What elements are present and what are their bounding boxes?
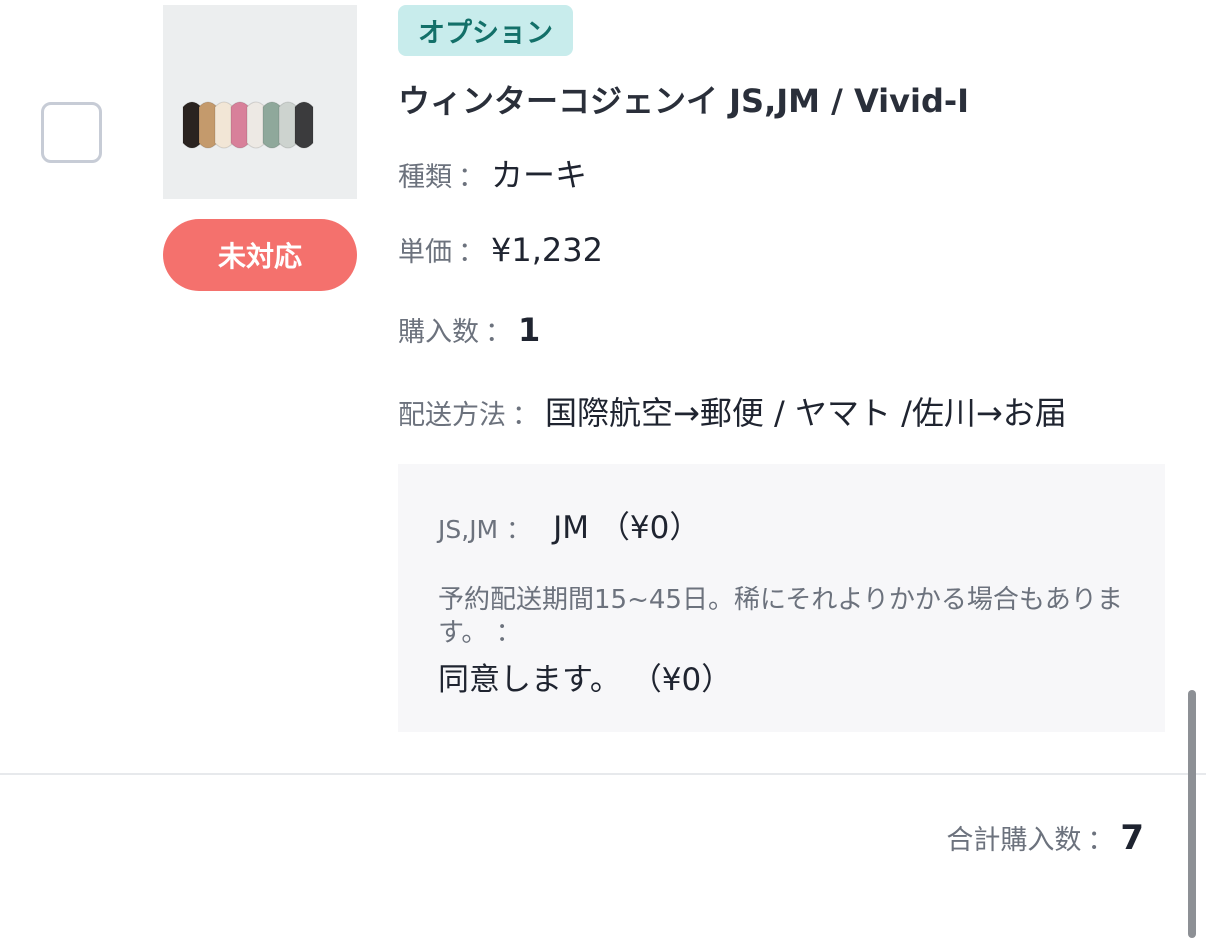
spec-type-label: 種類: [398, 162, 452, 193]
spec-shipping-label: 配送方法: [398, 400, 506, 431]
separator: ：: [485, 317, 512, 348]
separator: ：: [458, 162, 485, 193]
option-reservation-value: 同意します。 （¥0）: [438, 662, 733, 698]
mask-swatch: [214, 101, 234, 149]
item-select-checkbox[interactable]: [41, 102, 102, 163]
option-tag: オプション: [398, 5, 573, 56]
option-size-value: JM （¥0）: [553, 510, 701, 546]
spec-shipping: 配送方法 ： 国際航空→郵便 / ヤマト /佐川→お届: [398, 388, 1067, 434]
product-thumbnail[interactable]: [163, 5, 357, 199]
total-quantity-value: 7: [1120, 818, 1144, 858]
spec-price: 単価 ： ¥1,232: [398, 230, 603, 269]
spec-price-label: 単価: [398, 237, 452, 268]
order-item-page: 未対応 オプション ウィンターコジェンイ JS,JM / Vivid-I 種類 …: [0, 0, 1206, 938]
mask-swatch: [182, 101, 202, 149]
separator: ：: [495, 618, 522, 648]
separator: ：: [506, 515, 532, 544]
spec-type-value: カーキ: [491, 156, 588, 194]
separator: ：: [512, 400, 539, 431]
product-title[interactable]: ウィンターコジェンイ JS,JM / Vivid-I: [398, 76, 969, 122]
mask-swatch: [230, 101, 250, 149]
option-reservation-text: 予約配送期間15~45日。稀にそれよりかかる場合もあります。: [438, 585, 1123, 648]
mask-swatch: [262, 101, 282, 149]
separator: ：: [458, 237, 485, 268]
option-details-box: JS,JM ： JM （¥0） 予約配送期間15~45日。稀にそれよりかかる場合…: [398, 464, 1165, 732]
spec-type: 種類 ： カーキ: [398, 150, 587, 196]
status-badge: 未対応: [163, 219, 357, 291]
mask-swatch: [294, 101, 314, 149]
option-reservation-label: 予約配送期間15~45日。稀にそれよりかかる場合もあります。 ：: [438, 584, 1128, 650]
spec-quantity: 購入数 ： 1: [398, 310, 540, 349]
product-image: [163, 5, 357, 199]
mask-swatch: [278, 101, 298, 149]
spec-qty-label: 購入数: [398, 317, 479, 348]
section-divider: [0, 773, 1206, 775]
spec-price-value: ¥1,232: [491, 231, 603, 269]
total-quantity: 合計購入数 ： 7: [946, 818, 1144, 858]
option-size: JS,JM ： JM （¥0）: [438, 502, 700, 547]
scrollbar[interactable]: [1188, 690, 1196, 938]
mask-swatch: [198, 101, 218, 149]
spec-qty-value: 1: [518, 311, 541, 349]
spec-shipping-value: 国際航空→郵便 / ヤマト /佐川→お届: [545, 394, 1067, 432]
total-quantity-label: 合計購入数: [946, 825, 1082, 856]
mask-swatch: [246, 101, 266, 149]
separator: ：: [1087, 825, 1115, 856]
option-size-label: JS,JM: [438, 515, 499, 544]
